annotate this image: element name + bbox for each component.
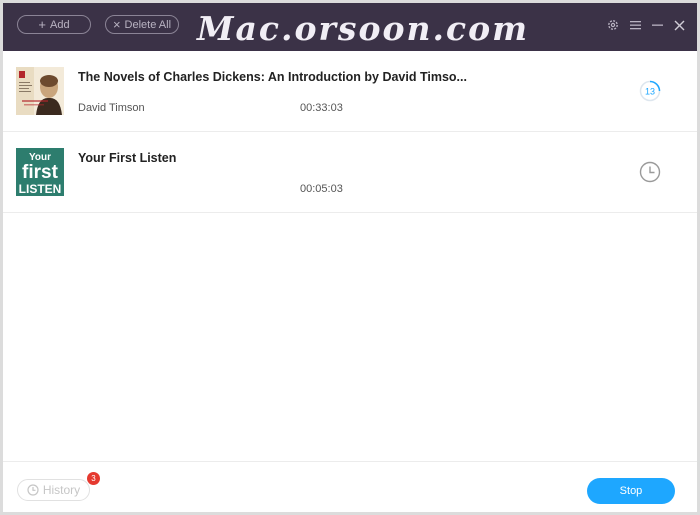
clock-icon — [639, 161, 661, 183]
history-count-badge: 3 — [87, 472, 100, 485]
book-cover-your-first-listen: Your first LISTEN — [16, 148, 64, 196]
delete-all-label: Delete All — [124, 18, 172, 31]
title-bar: + Add × Delete All Mac.orsoon.com — [3, 3, 697, 51]
download-progress-count: 13 — [645, 87, 655, 97]
history-label: History — [42, 483, 81, 497]
delete-all-button[interactable]: × Delete All — [105, 15, 179, 34]
footer-bar: History 3 Stop — [3, 461, 697, 512]
menu-icon[interactable] — [627, 17, 643, 33]
minimize-icon[interactable] — [649, 17, 665, 33]
stop-button[interactable]: Stop — [587, 478, 675, 504]
settings-icon[interactable] — [605, 17, 621, 33]
close-icon[interactable] — [671, 17, 687, 33]
book-duration: 00:05:03 — [300, 183, 343, 195]
add-label: Add — [50, 18, 70, 31]
book-cover-dickens — [16, 67, 64, 115]
book-title: Your First Listen — [78, 151, 177, 165]
cover-text-line-2: first — [22, 162, 59, 183]
x-icon: × — [112, 17, 121, 32]
book-title: The Novels of Charles Dickens: An Introd… — [78, 70, 467, 84]
book-duration: 00:33:03 — [300, 102, 343, 114]
add-button[interactable]: + Add — [17, 15, 91, 34]
app-window: + Add × Delete All Mac.orsoon.com The No… — [3, 3, 697, 512]
book-author: David Timson — [78, 102, 145, 114]
list-item[interactable]: Your first LISTEN Your First Listen 00:0… — [3, 132, 697, 213]
cover-text-line-3: LISTEN — [19, 182, 62, 196]
plus-icon: + — [38, 17, 46, 32]
list-item[interactable]: The Novels of Charles Dickens: An Introd… — [3, 51, 697, 132]
watermark-text: Mac.orsoon.com — [197, 9, 529, 48]
download-progress-indicator: 13 — [639, 80, 661, 102]
history-icon — [27, 484, 39, 496]
history-button[interactable]: History — [17, 479, 90, 501]
download-list: The Novels of Charles Dickens: An Introd… — [3, 51, 697, 213]
